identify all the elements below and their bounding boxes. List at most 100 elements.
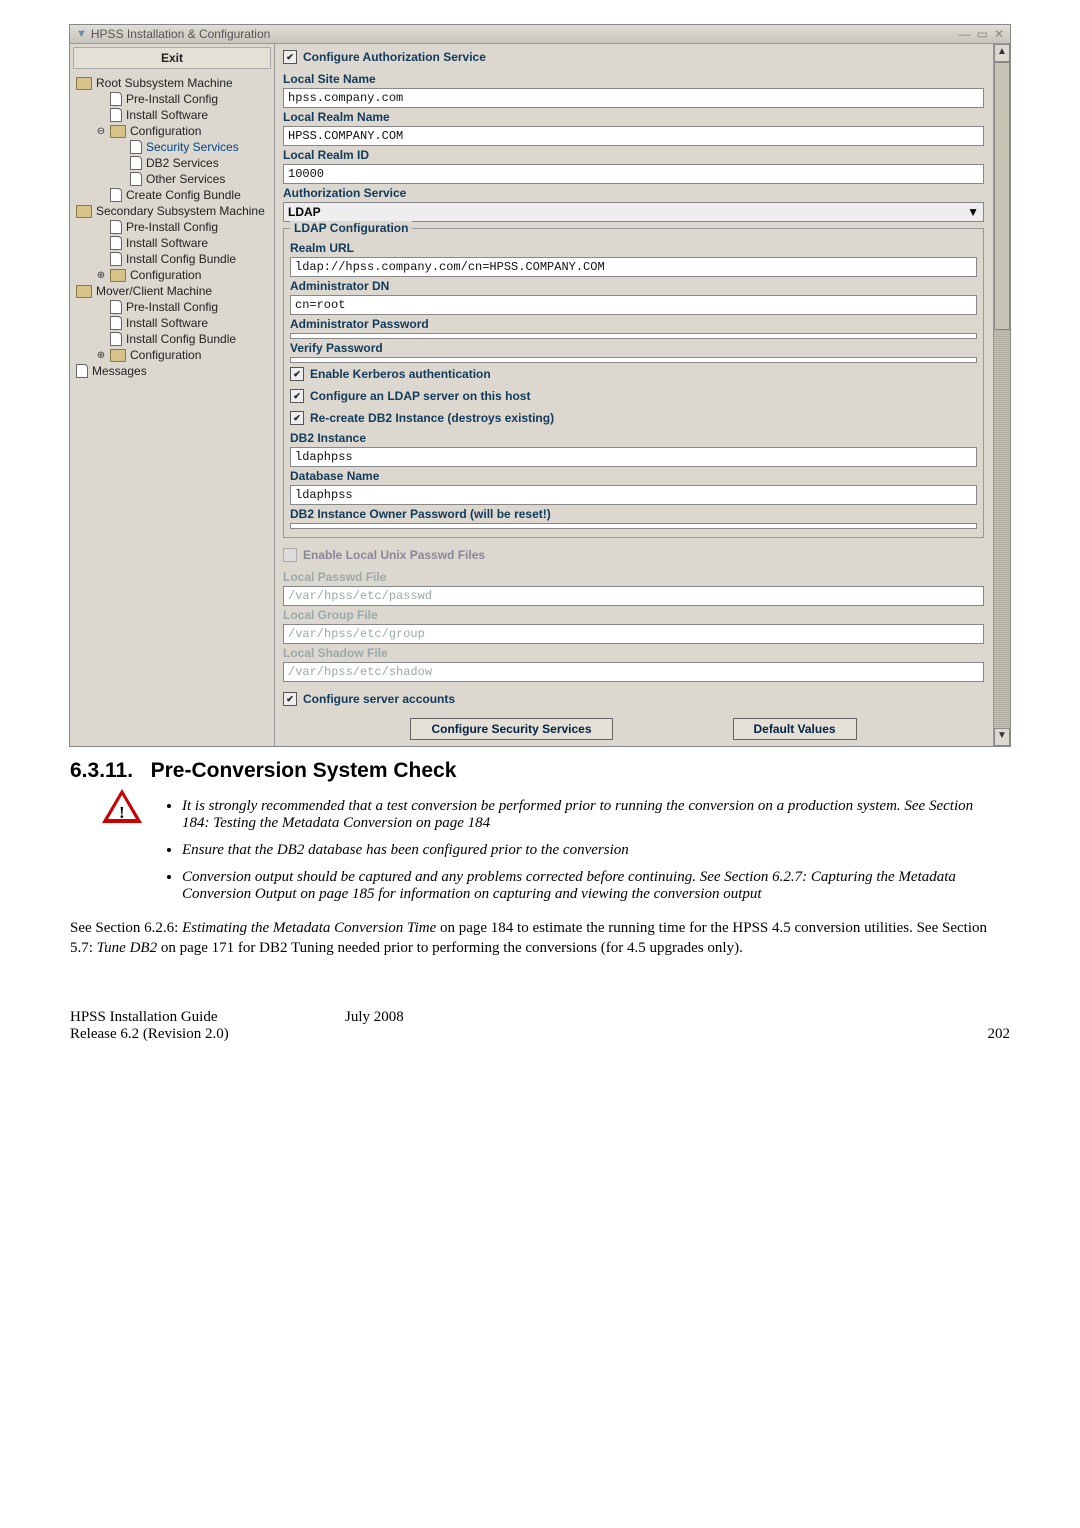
scroll-up-icon[interactable]: ▲ <box>994 44 1010 62</box>
section-heading: 6.3.11. Pre-Conversion System Check <box>70 759 1010 783</box>
tree-item-label: Messages <box>92 364 147 378</box>
tree-toggle-icon[interactable]: ⊕ <box>96 270 106 281</box>
recreate-db2-check[interactable]: Re-create DB2 Instance (destroys existin… <box>290 407 977 429</box>
close-icon[interactable]: ✕ <box>994 27 1004 41</box>
admin-pw-label: Administrator Password <box>290 315 977 333</box>
auth-service-dropdown[interactable]: LDAP ▼ <box>283 202 984 222</box>
ldap-config-title: LDAP Configuration <box>290 221 412 235</box>
configure-server-accounts-check[interactable]: Configure server accounts <box>283 682 984 712</box>
local-shadow-file-label: Local Shadow File <box>283 644 984 662</box>
default-values-button[interactable]: Default Values <box>733 718 857 740</box>
para-text: on page 171 for DB2 Tuning needed prior … <box>157 940 743 956</box>
tree-item-label: Pre-Install Config <box>126 92 218 106</box>
database-name-label: Database Name <box>290 467 977 485</box>
titlebar-app-icon: ▼ <box>76 28 87 40</box>
configure-ldap-host-check[interactable]: Configure an LDAP server on this host <box>290 385 977 407</box>
file-icon <box>110 316 122 330</box>
tree-item-label: Install Config Bundle <box>126 252 236 266</box>
page-number: 202 <box>988 1026 1011 1043</box>
exit-button[interactable]: Exit <box>73 47 271 69</box>
tree-item[interactable]: Pre-Install Config <box>74 91 274 107</box>
local-realm-id-label: Local Realm ID <box>283 146 984 164</box>
window-content: Exit Root Subsystem Machine Pre-Install … <box>70 44 1010 746</box>
tree-item[interactable]: Install Software <box>74 315 274 331</box>
file-icon <box>110 108 122 122</box>
footer-date: July 2008 <box>345 1009 404 1025</box>
local-group-file-label: Local Group File <box>283 606 984 624</box>
tree-toggle-icon[interactable]: ⊕ <box>96 350 106 361</box>
tree-item[interactable]: Pre-Install Config <box>74 219 274 235</box>
admin-dn-input[interactable]: cn=root <box>290 295 977 315</box>
tree-item[interactable]: ⊕Configuration <box>74 347 274 363</box>
maximize-icon[interactable]: ▭ <box>977 27 988 41</box>
local-realm-name-input[interactable]: HPSS.COMPANY.COM <box>283 126 984 146</box>
configure-auth-service-check[interactable]: Configure Authorization Service <box>283 48 984 70</box>
tree-item[interactable]: Mover/Client Machine <box>74 283 274 299</box>
checkbox-icon <box>290 389 304 403</box>
realm-url-label: Realm URL <box>290 239 977 257</box>
nav-tree: Exit Root Subsystem Machine Pre-Install … <box>70 44 275 746</box>
footer-title: HPSS Installation Guide July 2008 <box>70 1009 404 1026</box>
enable-local-passwd-check[interactable]: Enable Local Unix Passwd Files <box>283 546 984 568</box>
tree-item-label: Pre-Install Config <box>126 220 218 234</box>
folder-icon <box>76 205 92 218</box>
para-text: See Section 6.2.6: <box>70 920 182 936</box>
scroll-thumb[interactable] <box>994 62 1010 330</box>
tree-item[interactable]: Secondary Subsystem Machine <box>74 203 274 219</box>
database-name-input[interactable]: ldaphpss <box>290 485 977 505</box>
verify-pw-label: Verify Password <box>290 339 977 357</box>
checkbox-icon <box>283 692 297 706</box>
db2-instance-label: DB2 Instance <box>290 429 977 447</box>
local-passwd-file-input: /var/hpss/etc/passwd <box>283 586 984 606</box>
tree-item[interactable]: Pre-Install Config <box>74 299 274 315</box>
tree-item[interactable]: Install Config Bundle <box>74 251 274 267</box>
titlebar: ▼ HPSS Installation & Configuration — ▭ … <box>70 25 1010 44</box>
local-site-name-input[interactable]: hpss.company.com <box>283 88 984 108</box>
local-group-file-input: /var/hpss/etc/group <box>283 624 984 644</box>
tree-toggle-icon[interactable]: ⊖ <box>96 126 106 137</box>
folder-icon <box>110 349 126 362</box>
tree-item-label: Install Software <box>126 316 208 330</box>
folder-icon <box>110 125 126 138</box>
realm-url-input[interactable]: ldap://hpss.company.com/cn=HPSS.COMPANY.… <box>290 257 977 277</box>
tree-item[interactable]: Install Config Bundle <box>74 331 274 347</box>
configure-auth-service-label: Configure Authorization Service <box>303 50 486 64</box>
tree-item[interactable]: Install Software <box>74 107 274 123</box>
chevron-down-icon: ▼ <box>967 205 979 219</box>
tree-item[interactable]: Messages <box>74 363 274 379</box>
paragraph: See Section 6.2.6: Estimating the Metada… <box>70 918 1010 959</box>
folder-icon <box>76 77 92 90</box>
tree-item-label: Mover/Client Machine <box>96 284 212 298</box>
tree-item[interactable]: ⊖Configuration <box>74 123 274 139</box>
tree-item[interactable]: Security Services <box>74 139 274 155</box>
db2-owner-pw-input[interactable] <box>290 523 977 529</box>
local-realm-id-input[interactable]: 10000 <box>283 164 984 184</box>
configure-security-services-button[interactable]: Configure Security Services <box>410 718 612 740</box>
config-panel: Configure Authorization Service Local Si… <box>275 44 1010 746</box>
db2-instance-input[interactable]: ldaphpss <box>290 447 977 467</box>
para-italic: Tune DB2 <box>97 940 157 956</box>
checkbox-icon <box>283 50 297 64</box>
tree-item[interactable]: DB2 Services <box>74 155 274 171</box>
checkbox-icon <box>290 367 304 381</box>
tree-item[interactable]: Root Subsystem Machine <box>74 75 274 91</box>
local-site-name-label: Local Site Name <box>283 70 984 88</box>
file-icon <box>110 332 122 346</box>
scroll-down-icon[interactable]: ▼ <box>994 728 1010 746</box>
minimize-icon[interactable]: — <box>959 27 971 41</box>
tree-item[interactable]: ⊕Configuration <box>74 267 274 283</box>
file-icon <box>110 252 122 266</box>
tree-item[interactable]: Install Software <box>74 235 274 251</box>
window-title: HPSS Installation & Configuration <box>91 27 270 41</box>
page-footer: HPSS Installation Guide July 2008 Releas… <box>70 1009 1010 1043</box>
enable-kerberos-check[interactable]: Enable Kerberos authentication <box>290 363 977 385</box>
tree-item-label: Install Software <box>126 236 208 250</box>
tree-item[interactable]: Create Config Bundle <box>74 187 274 203</box>
tree-item-label: DB2 Services <box>146 156 219 170</box>
auth-service-label: Authorization Service <box>283 184 984 202</box>
tree-item[interactable]: Other Services <box>74 171 274 187</box>
scroll-track[interactable] <box>994 62 1010 728</box>
configure-server-accounts-label: Configure server accounts <box>303 692 455 706</box>
auth-service-value: LDAP <box>288 205 321 219</box>
vertical-scrollbar[interactable]: ▲ ▼ <box>993 44 1010 746</box>
